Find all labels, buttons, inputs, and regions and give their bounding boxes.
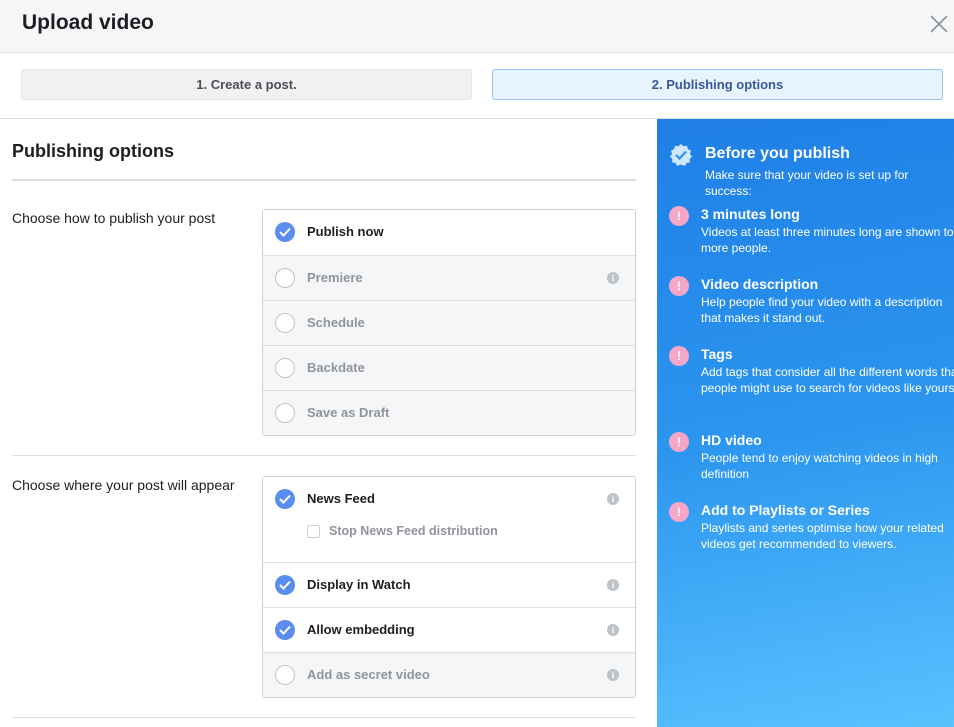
divider [12,717,636,718]
option-add-as-secret-video[interactable]: Add as secret video i [263,652,635,697]
check-icon[interactable] [275,489,295,509]
section-heading: Publishing options [12,141,174,161]
check-icon[interactable] [275,620,295,640]
option-schedule[interactable]: Schedule [263,300,635,345]
option-label: Save as Draft [307,405,390,420]
tip-description: Help people find your video with a descr… [701,295,943,325]
option-news-feed[interactable]: News Feed i Stop News Feed distribution [263,477,635,562]
option-allow-embedding[interactable]: Allow embedding i [263,607,635,652]
tip-title: HD video [701,432,762,448]
radio-icon[interactable] [275,268,295,288]
option-label: Display in Watch [307,577,411,592]
info-icon[interactable]: i [607,624,619,636]
tip-title: 3 minutes long [701,206,800,222]
checkbox-label: Stop News Feed distribution [329,524,498,538]
tip-title: Add to Playlists or Series [701,502,870,518]
tip-description: Add tags that consider all the different… [701,365,954,395]
option-label: Add as secret video [307,667,430,682]
step-bar: 1. Create a post. 2. Publishing options [0,53,954,119]
dialog-header: Upload video [0,0,954,53]
exclamation-icon: ! [669,276,689,296]
verified-badge-icon [669,143,693,172]
exclamation-icon: ! [669,346,689,366]
info-icon[interactable]: i [607,272,619,284]
exclamation-icon: ! [669,502,689,522]
option-label: Backdate [307,360,365,375]
publish-method-options: Publish now Premiere i Schedule Backdate… [262,209,636,436]
option-label: Allow embedding [307,622,415,637]
divider [12,455,636,456]
step-create-post[interactable]: 1. Create a post. [21,69,472,100]
radio-icon[interactable] [275,665,295,685]
publishing-options-panel: Publishing options Choose how to publish… [0,119,657,727]
radio-icon[interactable] [275,403,295,423]
option-display-in-watch[interactable]: Display in Watch i [263,562,635,607]
checkbox[interactable] [307,525,320,538]
option-save-as-draft[interactable]: Save as Draft [263,390,635,435]
placement-options: News Feed i Stop News Feed distribution … [262,476,636,698]
radio-icon[interactable] [275,313,295,333]
tip-description: Videos at least three minutes long are s… [701,225,954,255]
radio-icon[interactable] [275,358,295,378]
dialog-title: Upload video [22,11,154,34]
option-label: News Feed [307,491,375,506]
option-label: Schedule [307,315,365,330]
option-label: Publish now [307,224,384,239]
step-publishing-options[interactable]: 2. Publishing options [492,69,943,100]
sidebar-subtitle: Make sure that your video is set up for … [705,168,909,198]
check-icon[interactable] [275,575,295,595]
tip-title: Video description [701,276,819,292]
option-backdate[interactable]: Backdate [263,345,635,390]
before-you-publish-panel: Before you publish Make sure that your v… [657,119,954,727]
tip-title: Tags [701,346,733,362]
close-icon[interactable] [929,14,949,34]
tip-description: Playlists and series optimise how your r… [701,521,944,551]
divider [12,179,636,181]
exclamation-icon: ! [669,432,689,452]
check-icon[interactable] [275,222,295,242]
option-premiere[interactable]: Premiere i [263,255,635,300]
sidebar-title: Before you publish [705,145,850,162]
exclamation-icon: ! [669,206,689,226]
tip-description: People tend to enjoy watching videos in … [701,451,938,481]
publish-method-label: Choose how to publish your post [12,210,216,226]
info-icon[interactable]: i [607,669,619,681]
info-icon[interactable]: i [607,579,619,591]
info-icon[interactable]: i [607,493,619,505]
option-publish-now[interactable]: Publish now [263,210,635,255]
option-label: Premiere [307,270,363,285]
placement-label: Choose where your post will appear [12,477,235,493]
